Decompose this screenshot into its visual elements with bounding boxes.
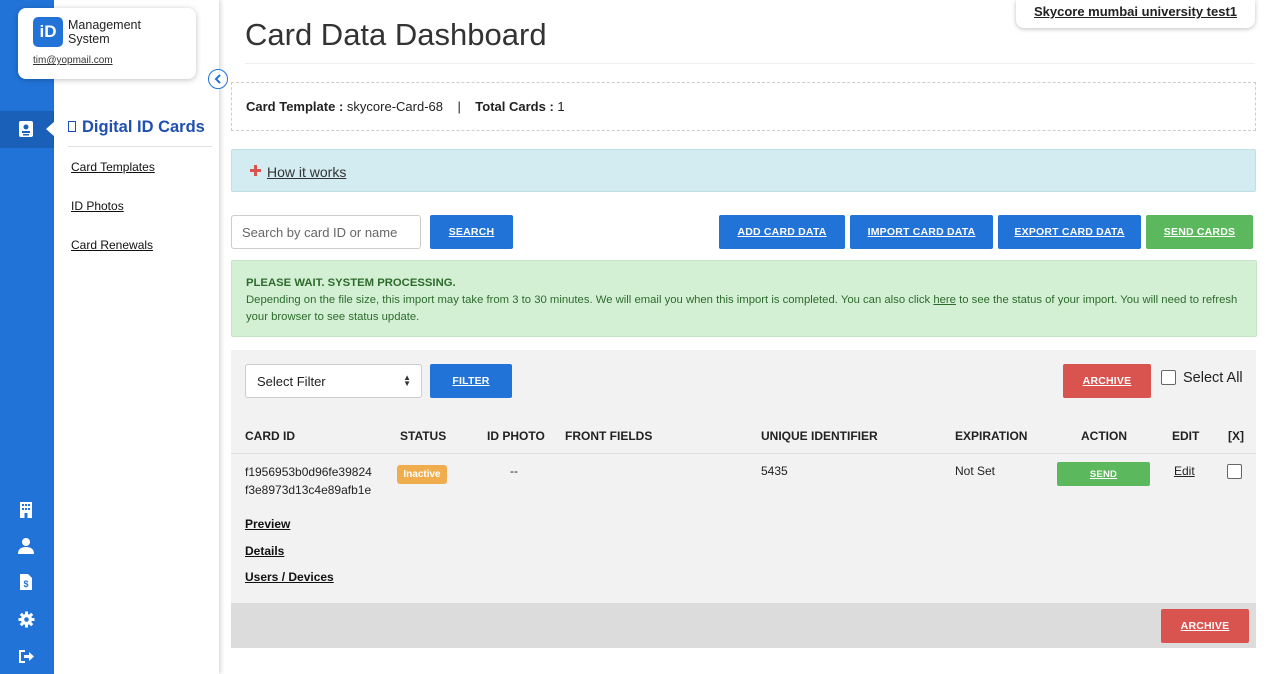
total-cards-value: 1: [557, 99, 565, 114]
send-card-button[interactable]: SEND: [1057, 462, 1150, 486]
id-card-icon[interactable]: [15, 118, 37, 140]
select-arrows-icon: ▲ ▼: [403, 373, 411, 388]
alert-heading: PLEASE WAIT. SYSTEM PROCESSING.: [246, 277, 456, 289]
id-card-icon: [68, 121, 76, 132]
status-badge: Inactive: [397, 465, 447, 484]
id-photo-cell: --: [510, 464, 518, 478]
brand-card: iD Management System tim@yopmail.com: [18, 8, 196, 79]
processing-alert: PLEASE WAIT. SYSTEM PROCESSING. Dependin…: [231, 260, 1257, 337]
gear-icon[interactable]: [15, 608, 37, 630]
total-cards-label: Total Cards :: [475, 99, 554, 114]
logout-icon[interactable]: [15, 645, 37, 667]
icon-rail: $: [0, 0, 55, 674]
how-it-works-link[interactable]: How it works: [267, 164, 346, 180]
user-icon[interactable]: [15, 534, 37, 556]
template-value: skycore-Card-68: [346, 99, 443, 114]
col-header-card-id: CARD ID: [245, 429, 295, 443]
col-header-status: STATUS: [400, 429, 447, 443]
sidebar-item-card-renewals[interactable]: Card Renewals: [71, 238, 153, 252]
template-label: Card Template :: [246, 99, 344, 114]
select-all-label: Select All: [1183, 370, 1243, 386]
details-link[interactable]: Details: [245, 544, 284, 558]
building-icon[interactable]: [15, 498, 37, 520]
filter-button[interactable]: FILTER: [430, 364, 512, 398]
col-header-id-photo: ID PHOTO: [487, 429, 545, 443]
search-input[interactable]: [231, 215, 421, 249]
col-header-x: [X]: [1228, 429, 1244, 443]
card-id-cell: f1956953b0d96fe39824f3e8973d13c4e89afb1e: [245, 465, 372, 497]
col-header-unique-identifier: UNIQUE IDENTIFIER: [761, 429, 878, 443]
page-title: Card Data Dashboard: [245, 17, 547, 52]
preview-link[interactable]: Preview: [245, 517, 290, 531]
info-separator: |: [457, 99, 461, 114]
sidebar-divider: [68, 146, 212, 147]
chevron-left-icon: [214, 74, 221, 84]
send-cards-button[interactable]: SEND CARDS: [1146, 215, 1253, 249]
alert-text-before: Depending on the file size, this import …: [246, 294, 934, 306]
how-it-works-panel[interactable]: How it works: [231, 149, 1256, 192]
search-button[interactable]: SEARCH: [430, 215, 513, 249]
unique-identifier-cell: 5435: [761, 464, 788, 478]
table-header-divider: [231, 453, 1256, 454]
sidebar-section-title: Digital ID Cards: [68, 118, 205, 137]
invoice-icon[interactable]: $: [15, 571, 37, 593]
filter-select-value: Select Filter: [257, 374, 326, 389]
svg-text:$: $: [23, 579, 28, 589]
col-header-edit: EDIT: [1172, 429, 1200, 443]
filter-select[interactable]: Select Filter ▲ ▼: [245, 364, 422, 398]
expiration-cell: Not Set: [955, 464, 996, 478]
col-header-action: ACTION: [1081, 429, 1127, 443]
row-select-checkbox[interactable]: [1227, 464, 1242, 479]
users-devices-link[interactable]: Users / Devices: [245, 570, 334, 584]
edit-link[interactable]: Edit: [1174, 464, 1195, 478]
select-all-checkbox[interactable]: [1161, 370, 1176, 385]
brand-name: Management System: [68, 18, 141, 46]
sidebar-item-id-photos[interactable]: ID Photos: [71, 199, 124, 213]
organization-link[interactable]: Skycore mumbai university test1: [1016, 0, 1255, 28]
archive-button-top[interactable]: ARCHIVE: [1063, 364, 1151, 398]
title-divider: [245, 63, 1255, 64]
sidebar: [54, 0, 219, 674]
plus-icon: [250, 165, 261, 176]
add-card-data-button[interactable]: ADD CARD DATA: [719, 215, 845, 249]
user-email-link[interactable]: tim@yopmail.com: [33, 55, 113, 66]
sidebar-item-card-templates[interactable]: Card Templates: [71, 160, 155, 174]
brand-logo: iD: [33, 17, 63, 47]
template-info-box: Card Template : skycore-Card-68 | Total …: [231, 82, 1256, 131]
archive-button-bottom[interactable]: ARCHIVE: [1161, 609, 1249, 643]
collapse-sidebar-button[interactable]: [208, 69, 228, 89]
sidebar-title-text: Digital ID Cards: [82, 118, 205, 136]
import-card-data-button[interactable]: IMPORT CARD DATA: [850, 215, 993, 249]
table-footer-bar: [231, 603, 1256, 648]
col-header-front-fields: FRONT FIELDS: [565, 429, 653, 443]
export-card-data-button[interactable]: EXPORT CARD DATA: [998, 215, 1141, 249]
alert-here-link[interactable]: here: [933, 294, 956, 306]
col-header-expiration: EXPIRATION: [955, 429, 1028, 443]
